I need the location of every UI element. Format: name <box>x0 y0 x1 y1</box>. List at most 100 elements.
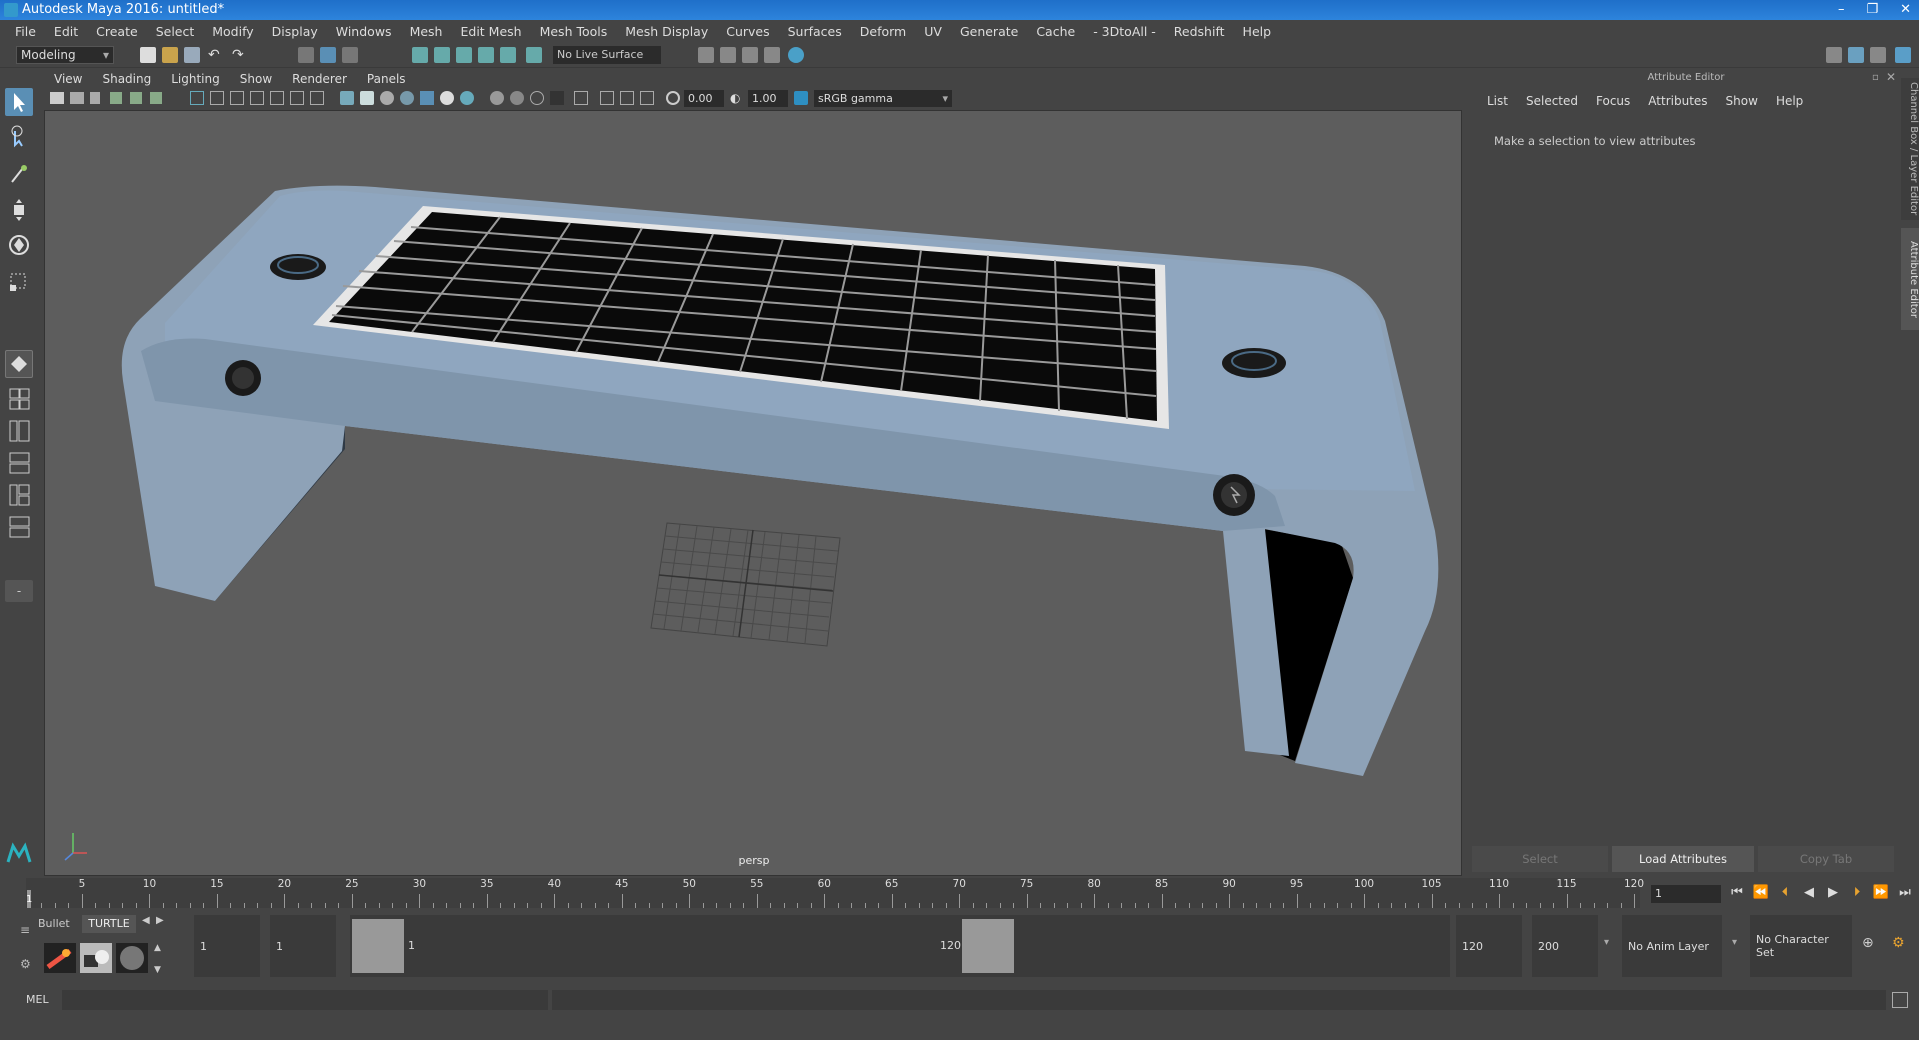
save-scene-icon[interactable] <box>184 47 200 63</box>
single-perspective-layout-icon[interactable] <box>5 350 33 378</box>
smooth-shade-icon[interactable] <box>360 91 374 105</box>
turtle-material-icon[interactable] <box>116 943 148 973</box>
float-panel-icon[interactable]: ▫ <box>1872 72 1879 83</box>
collapse-toolbox-icon[interactable]: - <box>5 580 33 602</box>
shelf-tab-bullet[interactable]: Bullet <box>38 915 78 933</box>
menu-redshift[interactable]: Redshift <box>1165 24 1234 39</box>
attribute-editor-side-tab[interactable]: Attribute Editor <box>1901 228 1919 330</box>
play-backwards-icon[interactable]: ◀ <box>1800 884 1818 902</box>
current-frame-field[interactable]: 1 <box>1651 885 1721 903</box>
anim-layer-dropdown[interactable]: No Anim Layer <box>1622 915 1722 977</box>
menu-deform[interactable]: Deform <box>851 24 915 39</box>
ipr-render-icon[interactable] <box>742 47 758 63</box>
end-time-field[interactable]: 200 <box>1532 915 1598 977</box>
script-language-toggle[interactable]: MEL <box>26 993 49 1006</box>
range-slider-track[interactable]: 1 120 <box>350 915 1450 977</box>
turtle-bake-icon[interactable] <box>44 943 76 973</box>
viewport-menu-view[interactable]: View <box>44 72 92 86</box>
menu-3dtoall[interactable]: - 3DtoAll - <box>1084 24 1165 39</box>
four-view-layout-icon[interactable] <box>5 386 33 412</box>
render-view-icon[interactable] <box>720 47 736 63</box>
range-start-handle[interactable] <box>352 919 404 973</box>
shelf-scroll-left-icon[interactable]: ◀ <box>142 915 150 926</box>
depth-of-field-icon[interactable] <box>550 91 564 105</box>
minimize-button[interactable]: – <box>1838 0 1845 20</box>
anti-aliasing-icon[interactable] <box>530 91 544 105</box>
menu-generate[interactable]: Generate <box>951 24 1027 39</box>
copy-tab-button[interactable]: Copy Tab <box>1758 846 1894 872</box>
close-panel-icon[interactable]: ✕ <box>1886 70 1896 84</box>
live-surface-field[interactable]: No Live Surface <box>553 46 661 64</box>
menu-mesh[interactable]: Mesh <box>401 24 452 39</box>
use-default-material-icon[interactable] <box>380 91 394 105</box>
scale-tool-icon[interactable] <box>5 266 33 294</box>
camera-attributes-icon[interactable] <box>70 92 84 104</box>
exposure-icon[interactable] <box>666 91 680 105</box>
move-tool-icon[interactable] <box>5 196 33 224</box>
snap-view-plane-icon[interactable] <box>478 47 494 63</box>
isolate-select-icon[interactable] <box>574 91 588 105</box>
turtle-render-icon[interactable] <box>80 943 112 973</box>
go-to-start-icon[interactable]: ⏮ <box>1728 884 1746 902</box>
attr-menu-help[interactable]: Help <box>1767 94 1812 108</box>
shadows-icon[interactable] <box>460 91 474 105</box>
channel-box-side-tab[interactable]: Channel Box / Layer Editor <box>1901 78 1919 220</box>
xray-icon[interactable] <box>600 91 614 105</box>
menu-curves[interactable]: Curves <box>717 24 778 39</box>
bookmark-icon[interactable] <box>90 92 100 104</box>
attribute-editor-toggle-icon[interactable] <box>1870 47 1886 63</box>
menu-cache[interactable]: Cache <box>1027 24 1084 39</box>
menu-file[interactable]: File <box>6 24 45 39</box>
time-slider[interactable]: 1 5 10 15 20 25 30 35 40 45 50 55 60 65 70 75 80 85 90 95 1… <box>26 878 1644 908</box>
menu-select[interactable]: Select <box>147 24 204 39</box>
select-button[interactable]: Select <box>1472 846 1608 872</box>
step-back-key-icon[interactable]: ⏪ <box>1752 884 1770 902</box>
menu-mesh-tools[interactable]: Mesh Tools <box>531 24 617 39</box>
play-forwards-icon[interactable]: ▶ <box>1824 884 1842 902</box>
range-end-handle[interactable] <box>962 919 1014 973</box>
anim-layer-chevron-icon[interactable]: ▾ <box>1604 937 1609 948</box>
snap-point-icon[interactable] <box>456 47 472 63</box>
menu-surfaces[interactable]: Surfaces <box>779 24 851 39</box>
select-by-object-icon[interactable] <box>320 47 336 63</box>
maximize-button[interactable]: ❐ <box>1866 0 1878 20</box>
step-forward-key-icon[interactable]: ⏩ <box>1872 884 1890 902</box>
shelf-menu-icon[interactable]: ≡ <box>20 923 30 937</box>
menu-uv[interactable]: UV <box>915 24 951 39</box>
snap-grid-icon[interactable] <box>412 47 428 63</box>
channel-box-toggle-icon[interactable] <box>1895 47 1911 63</box>
animation-preferences-icon[interactable]: ⚙ <box>1892 935 1905 951</box>
auto-key-icon[interactable]: ⊕ <box>1862 935 1874 951</box>
playback-start-field[interactable]: 1 <box>270 915 336 977</box>
view-transform-icon[interactable] <box>794 91 808 105</box>
close-button[interactable]: ✕ <box>1900 0 1911 20</box>
attr-menu-attributes[interactable]: Attributes <box>1639 94 1716 108</box>
start-time-field[interactable]: 1 <box>194 915 260 977</box>
textured-icon[interactable] <box>420 91 434 105</box>
persp-graph-layout-icon[interactable] <box>5 450 33 476</box>
resolution-gate-icon[interactable] <box>230 91 244 105</box>
use-all-lights-icon[interactable] <box>440 91 454 105</box>
load-attributes-button[interactable]: Load Attributes <box>1612 846 1754 872</box>
film-gate-icon[interactable] <box>210 91 224 105</box>
select-camera-icon[interactable] <box>50 92 64 104</box>
workspace-layout-icon[interactable] <box>1826 47 1842 63</box>
lasso-tool-icon[interactable] <box>5 123 33 151</box>
snap-together-icon[interactable] <box>526 47 542 63</box>
xray-joints-icon[interactable] <box>640 91 654 105</box>
wireframe-icon[interactable] <box>340 91 354 105</box>
menu-mesh-display[interactable]: Mesh Display <box>616 24 717 39</box>
redo-icon[interactable]: ↷ <box>232 47 248 63</box>
modeling-toolkit-icon[interactable] <box>1848 47 1864 63</box>
viewport-menu-renderer[interactable]: Renderer <box>282 72 357 86</box>
render-frame-icon[interactable] <box>698 47 714 63</box>
attr-menu-show[interactable]: Show <box>1717 94 1767 108</box>
select-by-hierarchy-icon[interactable] <box>298 47 314 63</box>
menu-create[interactable]: Create <box>87 24 147 39</box>
safe-action-icon[interactable] <box>290 91 304 105</box>
menu-edit-mesh[interactable]: Edit Mesh <box>451 24 530 39</box>
character-set-chevron-icon[interactable]: ▾ <box>1732 937 1737 948</box>
attr-menu-selected[interactable]: Selected <box>1517 94 1587 108</box>
playback-end-field[interactable]: 120 <box>1456 915 1522 977</box>
snap-curve-icon[interactable] <box>434 47 450 63</box>
